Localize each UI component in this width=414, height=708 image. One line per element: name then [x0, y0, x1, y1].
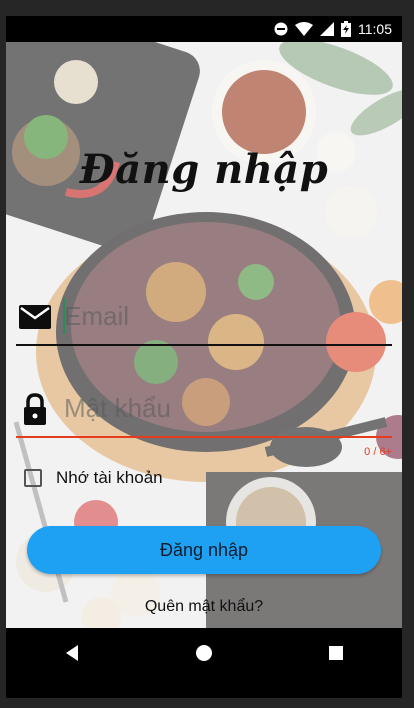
recents-icon[interactable]	[316, 633, 356, 673]
mail-icon	[18, 300, 52, 334]
email-field-group	[16, 290, 392, 346]
back-icon[interactable]	[52, 633, 92, 673]
navigation-bar	[6, 628, 402, 678]
wifi-icon	[295, 22, 313, 36]
status-time: 11:05	[358, 21, 392, 37]
login-screen: Đăng nhập Email 0 / 6+ Nhớ tài khoản Đăn…	[6, 42, 402, 628]
page-title: Đăng nhập	[79, 146, 329, 193]
signal-icon	[320, 22, 334, 36]
password-underline	[16, 436, 392, 438]
login-button[interactable]: Đăng nhập	[27, 526, 381, 574]
remember-account-row[interactable]: Nhớ tài khoản	[24, 468, 163, 488]
remember-label: Nhớ tài khoản	[56, 468, 163, 487]
text-cursor	[63, 298, 65, 334]
status-bar: 11:05	[6, 16, 402, 42]
lock-icon	[18, 392, 52, 426]
password-input[interactable]	[64, 386, 384, 430]
home-icon[interactable]	[184, 633, 224, 673]
phone-screen: 11:05 Đăng nhập Email 0 / 6+ Nhớ tài kho…	[6, 16, 402, 698]
remember-checkbox[interactable]	[24, 469, 42, 487]
email-underline	[16, 344, 392, 346]
do-not-disturb-icon	[274, 22, 288, 36]
password-field-group	[16, 382, 392, 438]
password-counter: 0 / 6+	[364, 446, 392, 458]
forgot-password-link[interactable]: Quên mật khẩu?	[6, 598, 402, 616]
device-frame: 11:05 Đăng nhập Email 0 / 6+ Nhớ tài kho…	[0, 0, 414, 708]
email-input[interactable]	[64, 294, 384, 338]
battery-charging-icon	[341, 21, 351, 37]
